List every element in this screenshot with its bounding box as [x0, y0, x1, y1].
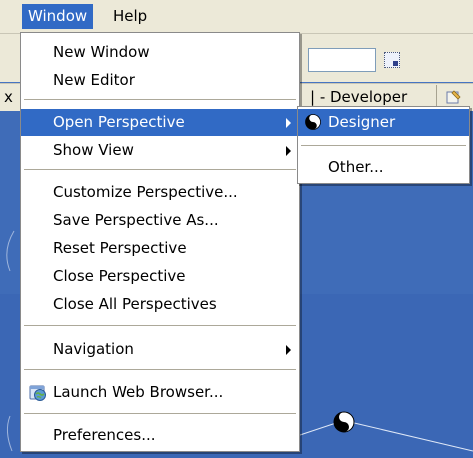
menu-item-label: Launch Web Browser...: [53, 383, 224, 401]
open-perspective-submenu: Designer Other...: [297, 106, 470, 184]
menu-window[interactable]: Window: [22, 4, 94, 29]
toolbar-field[interactable]: [308, 48, 376, 72]
menu-item-label: Customize Perspective...: [53, 183, 238, 201]
menu-item-label: Show View: [53, 141, 134, 159]
menu-separator: [24, 369, 296, 370]
menu-item-label: Navigation: [53, 340, 134, 358]
menu-item-new-window[interactable]: New Window: [21, 39, 299, 66]
menu-item-label: Close All Perspectives: [53, 295, 217, 313]
open-perspective-icon[interactable]: [446, 89, 462, 105]
menu-help[interactable]: Help: [107, 4, 153, 29]
window-dropdown-menu: New Window New Editor Open Perspective S…: [20, 32, 300, 452]
menu-item-label: Close Perspective: [53, 267, 186, 285]
toolbar-layout-icon[interactable]: [384, 52, 400, 68]
menu-separator: [24, 169, 296, 170]
yin-yang-node-icon[interactable]: [332, 410, 356, 434]
menu-item-new-editor[interactable]: New Editor: [21, 67, 299, 94]
menu-item-show-view[interactable]: Show View: [21, 137, 299, 164]
submenu-item-label: Other...: [328, 158, 384, 176]
menu-item-label: Open Perspective: [53, 113, 185, 131]
submenu-arrow-icon: [286, 345, 291, 355]
menu-item-save-perspective-as[interactable]: Save Perspective As...: [21, 207, 299, 234]
submenu-item-designer[interactable]: Designer: [298, 109, 469, 136]
menu-item-customize-perspective[interactable]: Customize Perspective...: [21, 179, 299, 206]
menu-item-reset-perspective[interactable]: Reset Perspective: [21, 235, 299, 262]
menu-bar: Window Help: [0, 0, 473, 34]
menu-separator: [24, 413, 296, 414]
menu-separator: [301, 145, 466, 146]
menu-item-label: Reset Perspective: [53, 239, 187, 257]
submenu-arrow-icon: [286, 146, 291, 156]
menu-separator: [24, 99, 296, 100]
menu-separator: [24, 325, 296, 326]
menu-item-launch-web-browser[interactable]: Launch Web Browser...: [21, 379, 299, 406]
menu-item-preferences[interactable]: Preferences...: [21, 422, 299, 449]
perspective-tab-label: | - Developer: [310, 88, 408, 106]
menu-item-open-perspective[interactable]: Open Perspective: [21, 109, 299, 136]
menu-item-label: New Window: [53, 43, 150, 61]
menu-item-close-perspective[interactable]: Close Perspective: [21, 263, 299, 290]
menu-item-close-all-perspectives[interactable]: Close All Perspectives: [21, 291, 299, 318]
menu-item-label: New Editor: [53, 71, 135, 89]
perspective-bar-left-text: x: [4, 88, 13, 106]
submenu-item-other[interactable]: Other...: [298, 154, 469, 181]
menu-item-navigation[interactable]: Navigation: [21, 336, 299, 363]
menu-item-label: Save Perspective As...: [53, 211, 219, 229]
application-window: Window Help x | - Developer New Window N…: [0, 0, 473, 458]
submenu-arrow-icon: [286, 118, 291, 128]
yin-yang-icon: [305, 114, 321, 130]
web-browser-icon: [29, 385, 46, 401]
submenu-item-label: Designer: [328, 113, 396, 131]
menu-item-label: Preferences...: [53, 426, 156, 444]
